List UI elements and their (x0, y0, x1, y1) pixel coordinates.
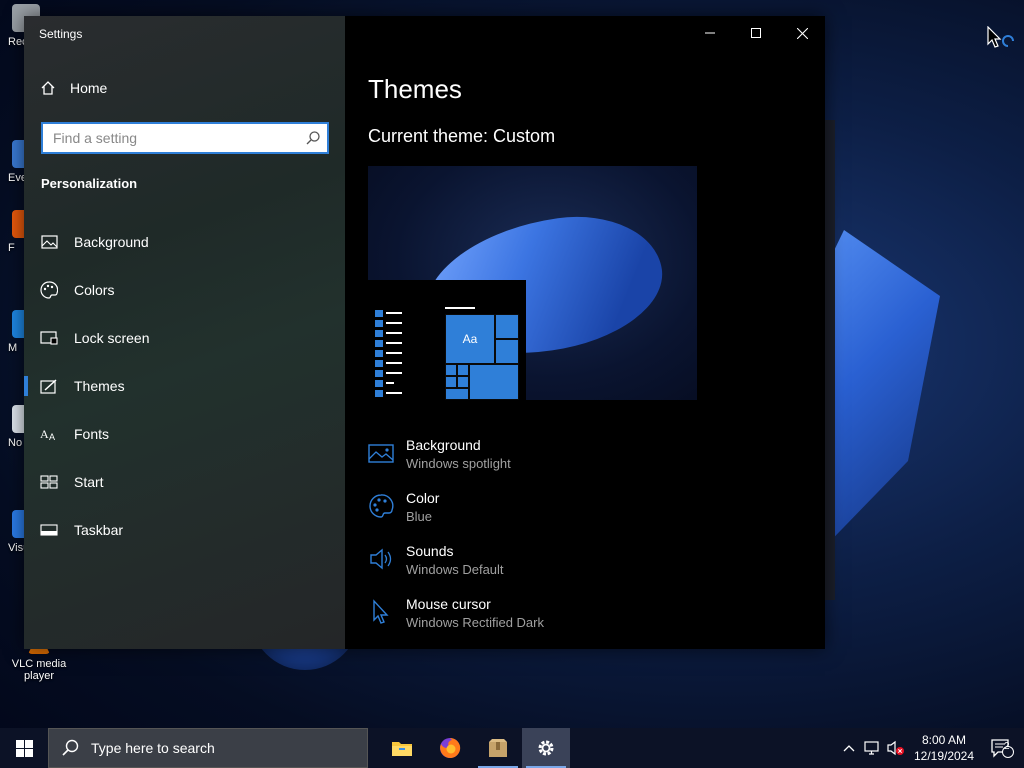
property-value: Blue (406, 509, 433, 524)
svg-text:A: A (49, 432, 55, 441)
speaker-icon (370, 548, 392, 570)
taskbar-firefox[interactable] (426, 728, 474, 768)
package-icon (489, 739, 507, 757)
theme-properties: Background Windows spotlight Color Blue … (368, 436, 544, 648)
sidebar-item-label: Colors (74, 282, 115, 298)
current-theme-label: Current theme: Custom (368, 126, 556, 146)
notification-icon (991, 739, 1014, 758)
palette-icon (40, 281, 58, 299)
sidebar-item-lock-screen[interactable]: Lock screen (24, 314, 345, 362)
sidebar-item-themes[interactable]: Themes (24, 362, 345, 410)
settings-icon (538, 740, 554, 756)
system-tray: 8:00 AM 12/19/2024 2 (838, 728, 1024, 768)
preview-title-line (445, 307, 475, 309)
property-value: Windows Default (406, 562, 504, 577)
sidebar-item-label: Start (74, 474, 104, 490)
taskbar-clock[interactable]: 8:00 AM 12/19/2024 (908, 732, 980, 764)
property-name: Mouse cursor (406, 596, 491, 612)
preview-start-list (375, 308, 402, 398)
preview-window: Aa (368, 280, 526, 400)
themes-icon (40, 377, 58, 395)
taskbar-search-placeholder: Type here to search (91, 740, 215, 756)
home-icon (41, 81, 55, 95)
taskbar-search-box[interactable]: Type here to search (48, 728, 368, 768)
show-hidden-icons-button[interactable] (838, 728, 860, 768)
start-icon (40, 473, 58, 491)
firefox-icon (440, 737, 461, 758)
palette-icon (369, 494, 394, 518)
action-center-button[interactable]: 2 (980, 728, 1024, 768)
home-nav-item[interactable]: Home (40, 80, 107, 96)
sidebar-item-label: Background (74, 234, 149, 250)
fonts-icon: AA (40, 425, 58, 443)
preview-tile-aa: Aa (445, 314, 495, 364)
themes-page: Themes Current theme: Custom Aa Backgrou… (345, 16, 825, 649)
maximize-button[interactable] (733, 22, 779, 44)
search-icon (306, 131, 320, 145)
sidebar-item-label: Themes (74, 378, 125, 394)
lock-screen-icon (40, 329, 58, 347)
close-icon (796, 27, 808, 39)
sidebar-item-start[interactable]: Start (24, 458, 345, 506)
property-name: Background (406, 437, 481, 453)
taskbar: Type here to search 8:00 AM 12/19/2024 2 (0, 728, 1024, 768)
property-name: Color (406, 490, 440, 506)
minimize-icon (705, 32, 715, 34)
home-label: Home (70, 80, 108, 96)
sidebar-item-label: Fonts (74, 426, 110, 442)
network-icon (864, 741, 879, 755)
settings-window: Settings Home Personalization Background (24, 16, 825, 649)
windows-logo-icon (15, 739, 33, 757)
taskbar-icon (40, 521, 58, 539)
sidebar-nav: Background Colors Lock screen Themes A A… (24, 218, 345, 554)
property-value: Windows spotlight (406, 456, 511, 471)
theme-property-mouse-cursor[interactable]: Mouse cursor Windows Rectified Dark (368, 595, 544, 648)
file-explorer-icon (392, 742, 412, 756)
theme-preview[interactable]: Aa (368, 166, 697, 400)
svg-text:A: A (40, 427, 49, 441)
cursor-icon (373, 599, 389, 624)
minimize-button[interactable] (687, 22, 733, 44)
volume-button[interactable] (884, 728, 908, 768)
preview-tiles: Aa (445, 314, 519, 400)
window-title: Settings (39, 27, 83, 41)
notification-count-badge: 2 (1004, 741, 1010, 752)
clock-time: 8:00 AM (921, 733, 967, 747)
sidebar-item-colors[interactable]: Colors (24, 266, 345, 314)
property-name: Sounds (406, 543, 454, 559)
settings-sidebar: Settings Home Personalization Background (24, 16, 345, 649)
theme-property-color[interactable]: Color Blue (368, 489, 544, 542)
chevron-up-icon (843, 745, 855, 752)
taskbar-settings[interactable] (522, 728, 570, 768)
theme-property-sounds[interactable]: Sounds Windows Default (368, 542, 544, 595)
search-icon (62, 739, 79, 756)
desktop-icon-label: VLC media (11, 658, 67, 670)
sidebar-item-label: Lock screen (74, 330, 150, 346)
volume-muted-icon (887, 740, 904, 756)
desktop-icon-label: player (24, 670, 54, 682)
sidebar-item-fonts[interactable]: AA Fonts (24, 410, 345, 458)
close-button[interactable] (779, 22, 825, 44)
picture-icon (40, 233, 58, 251)
clock-date: 12/19/2024 (913, 749, 975, 763)
start-button[interactable] (0, 728, 48, 768)
property-value: Windows Rectified Dark (406, 615, 544, 630)
busy-cursor-icon (987, 26, 1014, 48)
window-scrollbar-shadow (825, 120, 835, 600)
picture-icon (368, 444, 394, 463)
sidebar-item-taskbar[interactable]: Taskbar (24, 506, 345, 554)
sidebar-item-background[interactable]: Background (24, 218, 345, 266)
page-title: Themes (368, 74, 462, 104)
theme-property-background[interactable]: Background Windows spotlight (368, 436, 544, 489)
sidebar-item-label: Taskbar (74, 522, 124, 538)
taskbar-file-explorer[interactable] (378, 728, 426, 768)
find-setting-search[interactable] (41, 122, 329, 154)
maximize-icon (751, 28, 761, 38)
search-input[interactable] (43, 124, 293, 152)
network-button[interactable] (860, 728, 884, 768)
section-title: Personalization (41, 176, 138, 191)
taskbar-package[interactable] (474, 728, 522, 768)
